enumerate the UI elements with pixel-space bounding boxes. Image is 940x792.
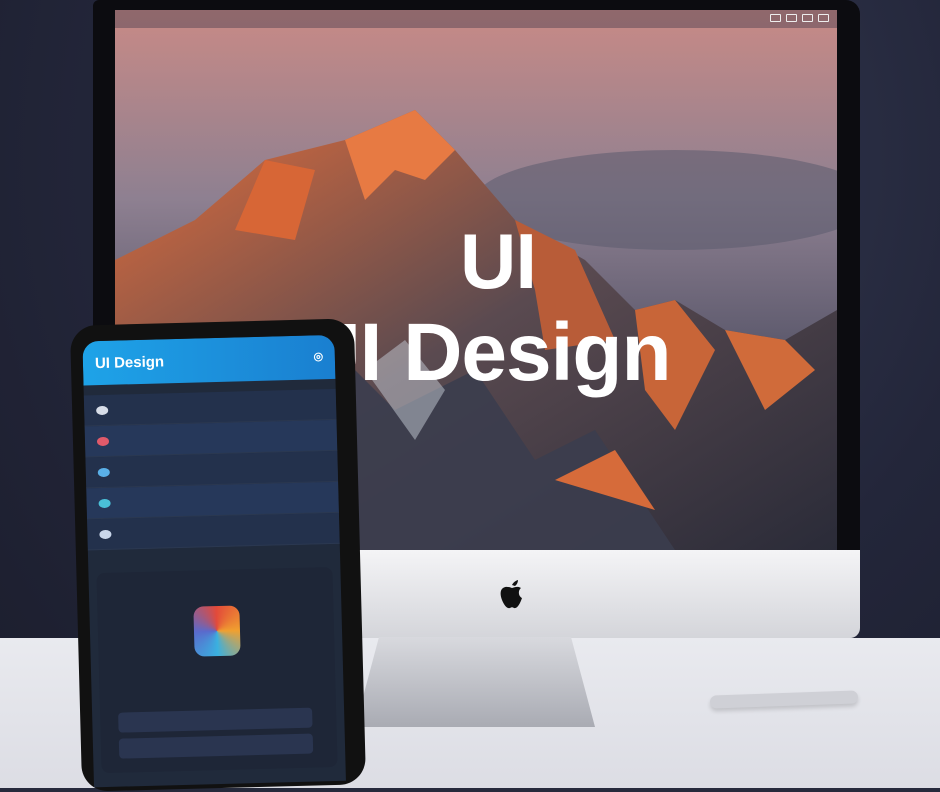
- app-card: [96, 567, 338, 774]
- tablet-screen: UI Design ⌾: [82, 334, 346, 788]
- macos-menu-bar: [115, 10, 837, 28]
- tray-icon[interactable]: [818, 14, 829, 22]
- tablet-device: UI Design ⌾: [69, 318, 367, 792]
- imac-stand: [355, 637, 595, 727]
- app-logo-icon: [193, 605, 241, 657]
- cloud-icon: [96, 405, 109, 415]
- card-action[interactable]: [118, 733, 314, 759]
- apple-logo-icon: [500, 580, 522, 609]
- headline-ui: UI: [460, 217, 537, 305]
- app-header: UI Design ⌾: [82, 334, 336, 386]
- menu-tray: [770, 14, 829, 22]
- folder-icon: [99, 529, 112, 539]
- card-field[interactable]: [118, 707, 313, 733]
- heart-icon: [96, 436, 110, 446]
- globe-icon: [98, 498, 111, 508]
- menu-list: [83, 388, 340, 551]
- app-title: UI Design: [94, 352, 165, 372]
- tray-icon[interactable]: [770, 14, 781, 22]
- list-item[interactable]: [87, 512, 340, 551]
- shield-icon: [97, 467, 110, 477]
- settings-icon[interactable]: ⌾: [314, 349, 323, 366]
- tray-icon[interactable]: [802, 14, 813, 22]
- tray-icon[interactable]: [786, 14, 797, 22]
